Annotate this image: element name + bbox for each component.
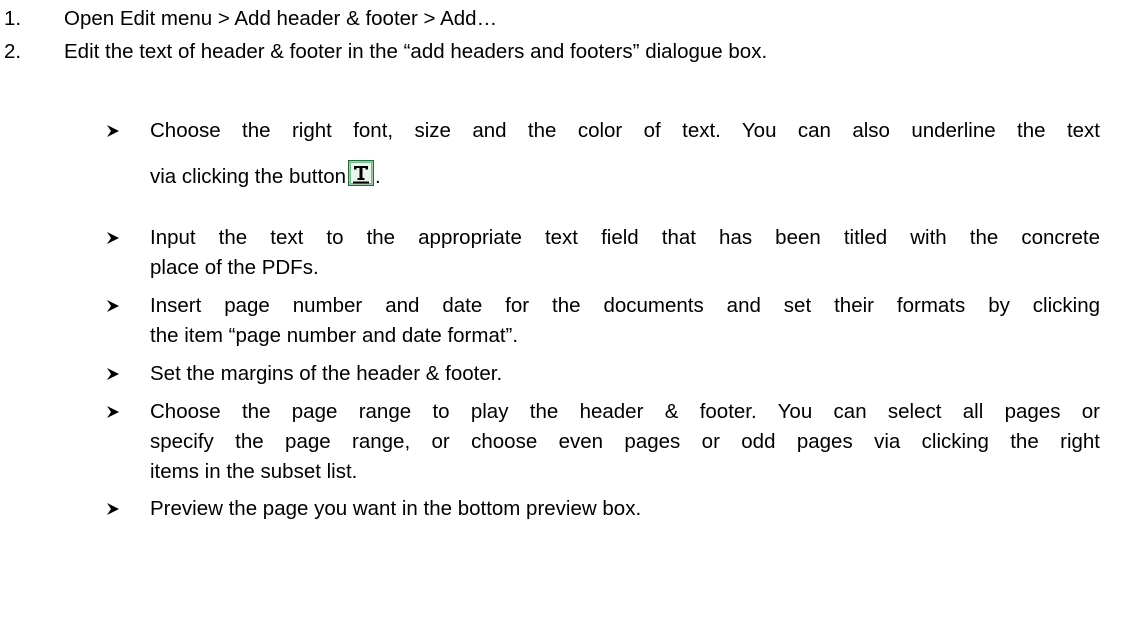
- document-page: 1. Open Edit menu > Add header & footer …: [0, 0, 1123, 617]
- bullet-text-line: place of the PDFs.: [150, 256, 319, 279]
- arrow-bullet-icon: [106, 291, 130, 321]
- bullet-text-line: the item “page number and date format”.: [150, 324, 519, 347]
- bullet-text-line: Choose the page range to play the header…: [150, 400, 1100, 423]
- step-text: Open Edit menu > Add header & footer > A…: [64, 7, 498, 30]
- arrow-bullet-icon: [106, 116, 130, 146]
- bullet-text-line: Set the margins of the header & footer.: [150, 362, 503, 385]
- bullet-text-line: Choose the right font, size and the colo…: [150, 119, 1100, 142]
- bullet-text-line: Preview the page you want in the bottom …: [150, 497, 642, 520]
- arrow-bullet-icon: [106, 359, 130, 389]
- underline-text-button-icon: [347, 159, 375, 187]
- arrow-bullet-icon: [106, 223, 130, 253]
- bullet-text-line: items in the subset list.: [150, 460, 358, 483]
- arrow-bullet-icon: [106, 494, 130, 524]
- bullet-text-fragment: .: [375, 165, 381, 188]
- bullet-text-line: specify the page range, or choose even p…: [150, 430, 1100, 453]
- bullet-text-line: Input the text to the appropriate text f…: [150, 226, 1100, 249]
- arrow-bullet-icon: [106, 397, 130, 427]
- bullet-text-line: via clicking the button .: [150, 159, 1100, 192]
- bullet-text-line: Insert page number and date for the docu…: [150, 294, 1100, 317]
- step-number: 1.: [4, 7, 22, 30]
- bullet-text-fragment: via clicking the button: [150, 165, 347, 188]
- step-number: 2.: [4, 40, 22, 63]
- step-text: Edit the text of header & footer in the …: [64, 40, 768, 63]
